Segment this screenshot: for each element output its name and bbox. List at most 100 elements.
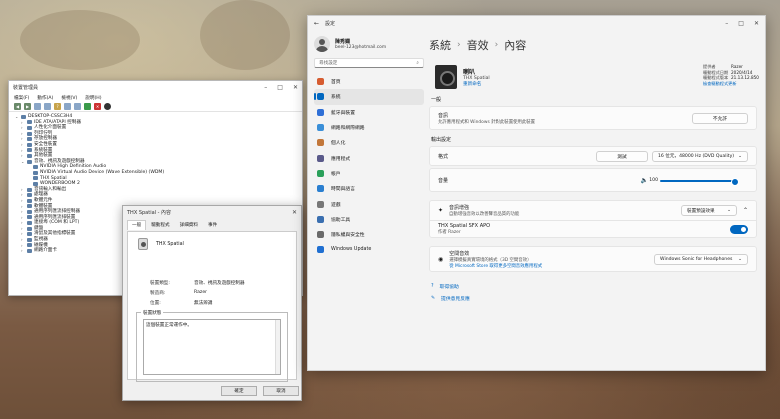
maximize-icon[interactable]: □	[277, 84, 283, 91]
volume-card: 音量 🔈 100	[429, 168, 757, 192]
minimize-icon[interactable]: –	[264, 84, 267, 91]
menu-action[interactable]: 動作(A)	[37, 95, 53, 101]
sidebar-item[interactable]: 帳戶	[314, 166, 424, 181]
user-name: 陳秀嫻	[335, 39, 351, 45]
close-icon[interactable]: ✕	[754, 20, 759, 27]
nav-icon	[317, 215, 324, 223]
close-icon[interactable]: ✕	[292, 209, 297, 216]
sidebar-item[interactable]: 應用程式	[314, 150, 424, 165]
sidebar-item[interactable]: 網路和網際網路	[314, 120, 424, 135]
back-icon[interactable]: ◀	[14, 103, 21, 110]
disable-icon[interactable]	[104, 103, 111, 110]
device-icon	[27, 142, 32, 147]
sidebar-item[interactable]: 遊戲	[314, 196, 424, 211]
volume-icon[interactable]: 🔈	[641, 177, 648, 184]
test-button[interactable]: 測試	[596, 150, 648, 162]
chevron-right-icon[interactable]: ›	[21, 248, 25, 254]
close-icon[interactable]: ✕	[293, 84, 298, 91]
search-input[interactable]: 尋找設定 ⌕	[314, 58, 424, 68]
menu-bar: 檔案(F) 動作(A) 檢視(V) 說明(H)	[9, 93, 302, 102]
properties-dialog: THX Spatial - 內容 ✕ 一般 驅動程式 詳細資料 事件 THX S…	[122, 205, 302, 401]
device-status-group: 裝置狀態 這個裝置正常運作中。	[136, 310, 288, 382]
help-icon: ?	[431, 283, 434, 289]
cancel-button[interactable]: 取消	[263, 386, 299, 396]
device-name: THX Spatial	[156, 241, 184, 247]
speaker-icon	[138, 238, 148, 250]
feedback-link[interactable]: ✎ 提供意見反應	[431, 292, 757, 304]
volume-value: 100	[649, 178, 658, 183]
menu-help[interactable]: 說明(H)	[85, 95, 101, 101]
nav-icon	[317, 246, 324, 254]
maximize-icon[interactable]: □	[738, 20, 744, 27]
settings-window: ← 設定 – □ ✕ 陳秀嫻 beel-123@hotmail.com 尋找設定 ⌕…	[307, 15, 766, 371]
scrollbar[interactable]	[275, 320, 280, 374]
sidebar-item[interactable]: 個人化	[314, 135, 424, 150]
rename-link[interactable]: 重新命名	[463, 81, 490, 87]
menu-file[interactable]: 檔案(F)	[14, 95, 29, 101]
status-textbox[interactable]: 這個裝置正常運作中。	[143, 319, 281, 375]
scan-hardware-icon[interactable]	[64, 103, 71, 110]
chevron-down-icon: ⌄	[738, 256, 742, 262]
device-icon	[27, 137, 32, 142]
apo-toggle[interactable]	[730, 224, 748, 234]
back-arrow-icon[interactable]: ←	[314, 20, 319, 27]
sidebar-item[interactable]: Windows Update	[314, 242, 424, 257]
chevron-down-icon[interactable]: ⌄	[15, 114, 19, 120]
device-icon	[27, 159, 32, 164]
format-label: 格式	[438, 153, 449, 160]
search-icon: ⌕	[416, 61, 419, 66]
sidebar-item-label: 時間與語言	[331, 187, 355, 193]
audio-card: 音訊 允許應用程式和 Windows 針對此裝置使用此裝置 不允許	[429, 106, 757, 130]
properties-icon[interactable]	[34, 103, 41, 110]
sidebar-item-label: 個人化	[331, 141, 346, 147]
get-help-link[interactable]: ? 取得協助	[431, 280, 757, 292]
nav-icon	[317, 139, 324, 147]
sidebar-item[interactable]: 隱私權與安全性	[314, 227, 424, 242]
tab-events[interactable]: 事件	[203, 220, 222, 230]
minimize-icon[interactable]: –	[725, 20, 728, 27]
monitor-icon[interactable]	[74, 103, 81, 110]
chevron-up-icon[interactable]: ⌃	[743, 207, 748, 214]
tab-general[interactable]: 一般	[127, 220, 147, 230]
enhancement-desc: 自動增強音效以改善聲音品質的功能	[449, 212, 520, 217]
spatial-store-link[interactable]: 從 Microsoft Store 取得更多空間音效應用程式	[449, 263, 654, 269]
device-icon	[27, 131, 32, 136]
uninstall-icon[interactable]: ✕	[94, 103, 101, 110]
menu-view[interactable]: 檢視(V)	[61, 95, 77, 101]
sidebar-item-label: 藍牙與裝置	[331, 110, 355, 116]
sidebar-item[interactable]: 時間與語言	[314, 181, 424, 196]
device-icon	[27, 232, 32, 237]
tab-driver[interactable]: 驅動程式	[146, 220, 174, 230]
nav-icon	[317, 231, 324, 239]
forward-icon[interactable]: ▶	[24, 103, 31, 110]
nav-icon	[317, 200, 324, 208]
device-icon	[27, 249, 32, 254]
disallow-button[interactable]: 不允許	[692, 112, 748, 124]
help-icon[interactable]: ?	[54, 103, 61, 110]
spatial-select[interactable]: Windows Sonic for Headphones ⌄	[654, 253, 748, 265]
nav-icon	[317, 108, 324, 116]
general-section-label: 一般	[431, 97, 442, 103]
tab-details[interactable]: 詳細資料	[175, 220, 203, 230]
sidebar-item[interactable]: 藍牙與裝置	[314, 105, 424, 120]
check-driver-update-link[interactable]: 檢查驅動程式更新	[703, 81, 757, 87]
update-driver-icon[interactable]	[84, 103, 91, 110]
device-icon	[33, 170, 38, 175]
enhancement-select[interactable]: 裝置預設效果 ⌄	[680, 205, 737, 216]
breadcrumb-properties: 內容	[504, 39, 527, 52]
device-icon	[27, 209, 32, 214]
ok-button[interactable]: 確定	[221, 386, 257, 396]
user-profile[interactable]: 陳秀嫻 beel-123@hotmail.com	[314, 36, 424, 52]
volume-slider[interactable]	[660, 178, 739, 186]
user-email: beel-123@hotmail.com	[335, 45, 387, 50]
format-select[interactable]: 16 位元，48000 Hz (DVD Quality) ⌄	[652, 150, 748, 162]
tree-item-label: 網路介面卡	[34, 248, 57, 254]
breadcrumb-system[interactable]: 系統	[429, 37, 451, 53]
toolbar: ◀ ▶ ? ✕	[9, 102, 302, 112]
device-view-icon[interactable]	[44, 103, 51, 110]
chevron-down-icon[interactable]: ⌄	[21, 159, 25, 165]
sidebar-item[interactable]: 首頁	[314, 74, 424, 89]
sidebar-item[interactable]: 協助工具	[314, 212, 424, 227]
breadcrumb-sound[interactable]: 音效	[467, 37, 489, 53]
sidebar-item[interactable]: 系統	[314, 89, 424, 105]
